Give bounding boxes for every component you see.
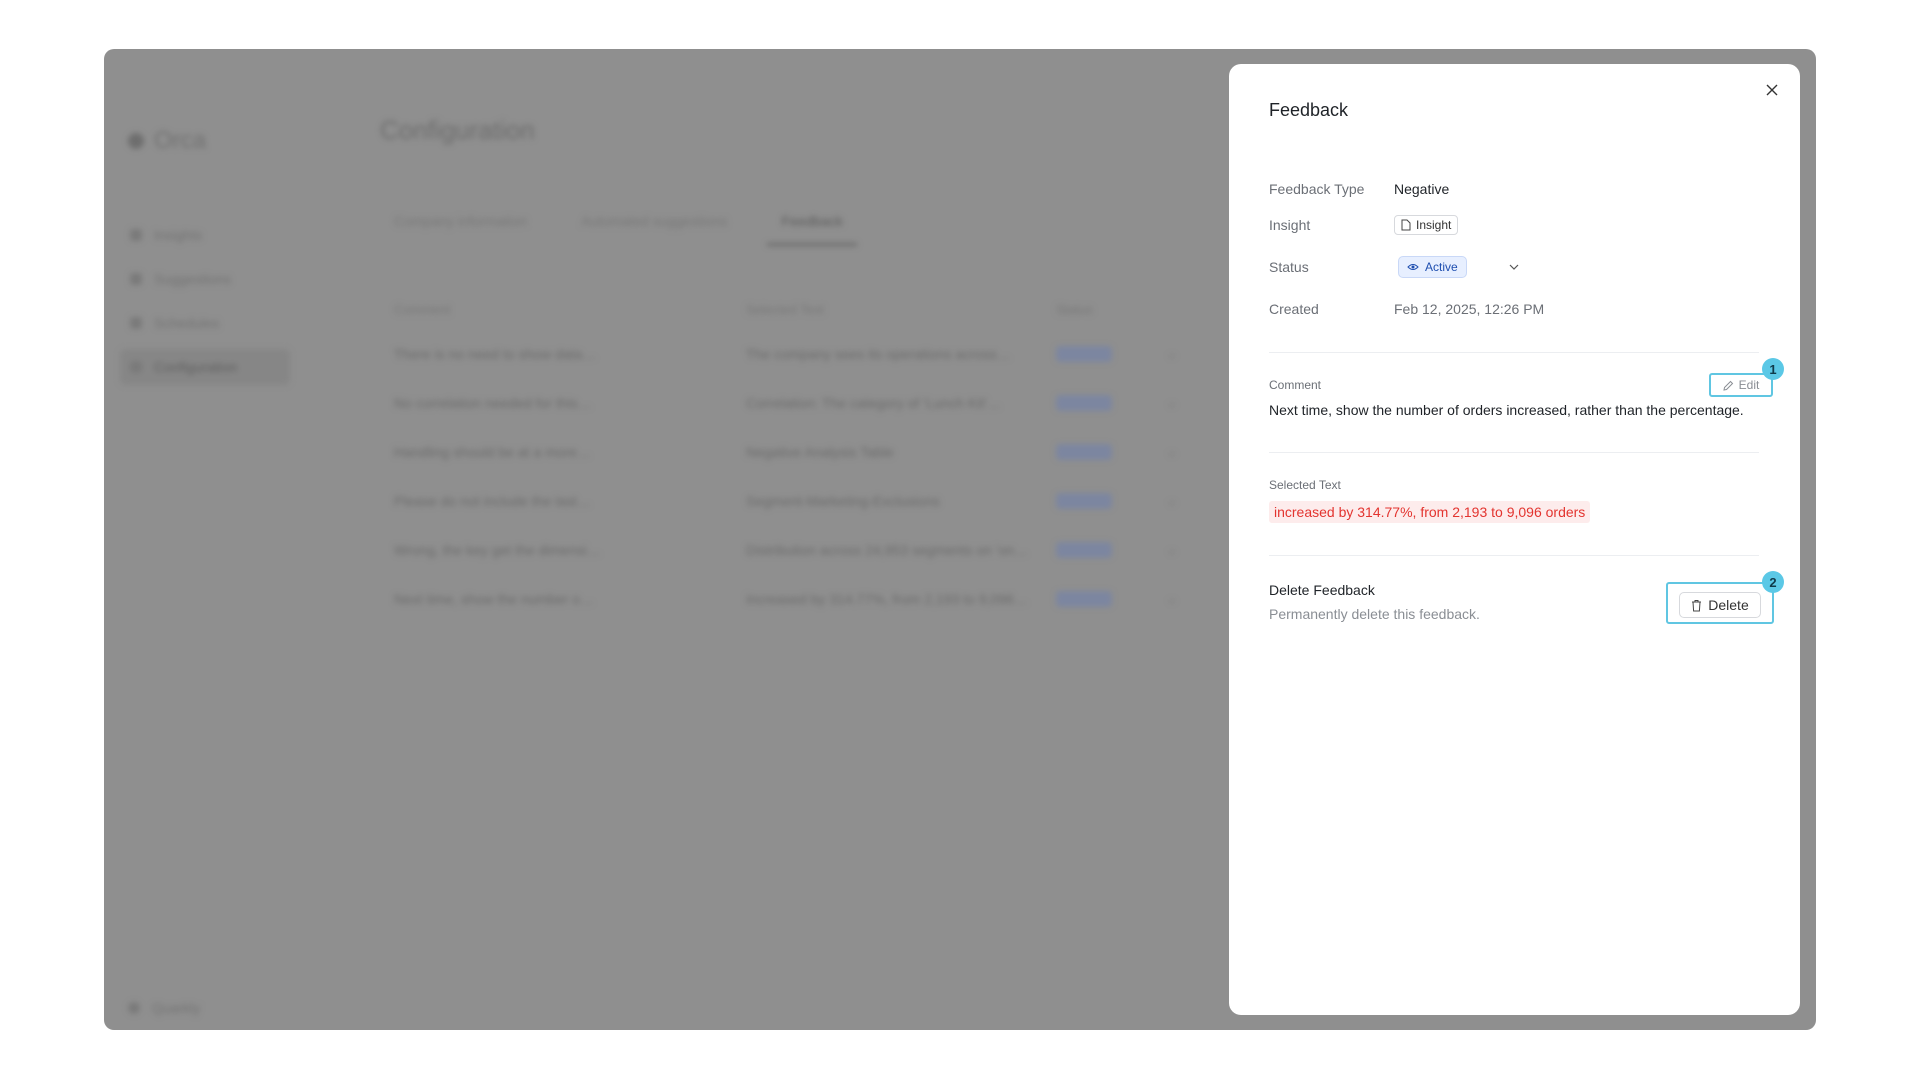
sidebar-item-label: Insights	[154, 227, 203, 243]
sidebar-item-schedules: Schedules	[120, 305, 290, 341]
chevron-down-icon: ⌄	[1166, 443, 1178, 459]
sidebar-item-suggestions: Suggestions	[120, 261, 290, 297]
chevron-down-icon: ⌄	[1166, 492, 1178, 508]
trash-icon	[1692, 599, 1702, 611]
feedback-panel: Feedback Feedback Type Negative Insight …	[1229, 64, 1800, 1015]
edit-label: Edit	[1738, 378, 1760, 392]
close-icon[interactable]	[1760, 78, 1784, 102]
table-row: Please do not include the last… Segment-M…	[394, 476, 1204, 525]
divider	[1269, 452, 1759, 453]
row-selected-text: Distribution across 24,953 segments on '…	[746, 541, 1029, 558]
annotation-highlight-1: Edit	[1709, 373, 1773, 397]
row-comment: There is no need to show data…	[394, 345, 597, 362]
status-badge	[1056, 590, 1112, 607]
comment-text: Next time, show the number of orders inc…	[1269, 402, 1744, 418]
page-title: Configuration	[380, 115, 535, 145]
feedback-type-row: Feedback Type Negative	[1269, 179, 1449, 199]
sidebar-item-configuration: Configuration	[120, 349, 290, 385]
annotation-badge-2: 2	[1762, 571, 1784, 593]
comment-label: Comment	[1269, 378, 1322, 392]
app-logo: Orca	[128, 127, 206, 155]
tab-bar: Company information Automated suggestion…	[394, 213, 857, 246]
workspace-switcher: Quarkly	[128, 1000, 288, 1016]
row-selected-text: increased by 314.77%, from 2,193 to 9,09…	[746, 590, 1028, 607]
chevron-down-icon: ⌄	[1166, 590, 1178, 606]
feedback-type-value: Negative	[1394, 181, 1450, 197]
chevron-down-icon: ⌄	[1166, 345, 1178, 361]
status-badge	[1056, 394, 1112, 411]
tab-automated-suggestions: Automated suggestions	[581, 213, 728, 229]
workspace-icon	[128, 1002, 140, 1014]
pencil-icon	[1723, 380, 1733, 391]
chevron-down-icon: ⌄	[1166, 541, 1178, 557]
feedback-type-label: Feedback Type	[1269, 181, 1365, 197]
annotation-highlight-2: Delete	[1666, 582, 1774, 624]
sidebar-item-label: Suggestions	[154, 271, 232, 287]
row-selected-text: The company sees its operations across…	[746, 345, 1011, 362]
status-value: Active	[1425, 260, 1458, 274]
insight-row: Insight Insight	[1269, 215, 1459, 235]
status-badge: Active	[1398, 256, 1467, 278]
table-row: Next time, show the number o… increased b…	[394, 574, 1204, 623]
column-header-comment: Comment	[394, 301, 451, 317]
row-comment: No correlation needed for this…	[394, 394, 592, 411]
sidebar-item-label: Configuration	[154, 359, 238, 375]
sidebar-item-label: Schedules	[154, 315, 220, 331]
feedback-table: Comment Selected Text Status There is no…	[394, 289, 1204, 623]
divider	[1269, 555, 1759, 556]
chevron-down-icon: ⌄	[1166, 394, 1178, 410]
status-badge	[1056, 492, 1112, 509]
delete-section-subtitle: Permanently delete this feedback.	[1269, 606, 1480, 622]
schedules-icon	[130, 317, 142, 329]
created-value: Feb 12, 2025, 12:26 PM	[1394, 301, 1545, 317]
table-row: Handling should be at a more… Negative An…	[394, 427, 1204, 476]
table-row: There is no need to show data… The compan…	[394, 329, 1204, 378]
status-row: Status Active	[1269, 256, 1521, 278]
table-row: No correlation needed for this… Correlati…	[394, 378, 1204, 427]
insight-label: Insight	[1269, 217, 1311, 233]
column-header-status: Status	[1056, 301, 1093, 317]
delete-section-title: Delete Feedback	[1269, 582, 1375, 598]
selected-text-highlight: increased by 314.77%, from 2,193 to 9,09…	[1269, 501, 1591, 523]
sidebar-nav: Insights Suggestions Schedules Configura…	[120, 217, 290, 393]
insight-chip-label: Insight	[1416, 218, 1452, 232]
edit-button[interactable]: Edit	[1713, 376, 1769, 394]
row-selected-text: Negative Analysis Table	[746, 443, 894, 460]
status-badge	[1056, 443, 1112, 460]
status-select[interactable]: Active	[1398, 256, 1521, 278]
table-row: Wrong, the key get the dimensi… Distribut…	[394, 525, 1204, 574]
insight-link[interactable]: Insight	[1394, 215, 1459, 235]
created-label: Created	[1269, 301, 1319, 317]
row-comment: Please do not include the last…	[394, 492, 591, 509]
insights-icon	[130, 229, 142, 241]
tab-feedback: Feedback	[767, 213, 857, 246]
tab-company-information: Company information	[394, 213, 528, 229]
row-selected-text: Correlation: The category of 'Lunch Kit'…	[746, 394, 1001, 411]
app-name: Orca	[154, 127, 207, 154]
row-comment: Handling should be at a more…	[394, 443, 591, 460]
chevron-down-icon[interactable]	[1507, 260, 1521, 274]
status-badge	[1056, 345, 1112, 362]
status-label: Status	[1269, 259, 1309, 275]
divider	[1269, 352, 1759, 353]
eye-icon	[1407, 264, 1419, 270]
created-row: Created Feb 12, 2025, 12:26 PM	[1269, 299, 1544, 319]
panel-title: Feedback	[1269, 100, 1349, 120]
document-icon	[1401, 219, 1411, 231]
row-comment: Next time, show the number o…	[394, 590, 594, 607]
row-comment: Wrong, the key get the dimensi…	[394, 541, 601, 558]
table-header: Comment Selected Text Status	[394, 289, 1204, 329]
status-badge	[1056, 541, 1112, 558]
workspace-label: Quarkly	[152, 1000, 201, 1016]
sidebar-item-insights: Insights	[120, 217, 290, 253]
suggestions-icon	[130, 273, 142, 285]
selected-text-label: Selected Text	[1269, 478, 1341, 492]
delete-button[interactable]: Delete	[1679, 592, 1761, 618]
configuration-icon	[130, 361, 142, 373]
annotation-badge-1: 1	[1762, 358, 1784, 380]
row-selected-text: Segment-Marketing-Exclusions	[746, 492, 940, 509]
delete-label: Delete	[1708, 597, 1749, 613]
column-header-selected-text: Selected Text	[746, 301, 824, 317]
logo-icon	[128, 133, 144, 149]
